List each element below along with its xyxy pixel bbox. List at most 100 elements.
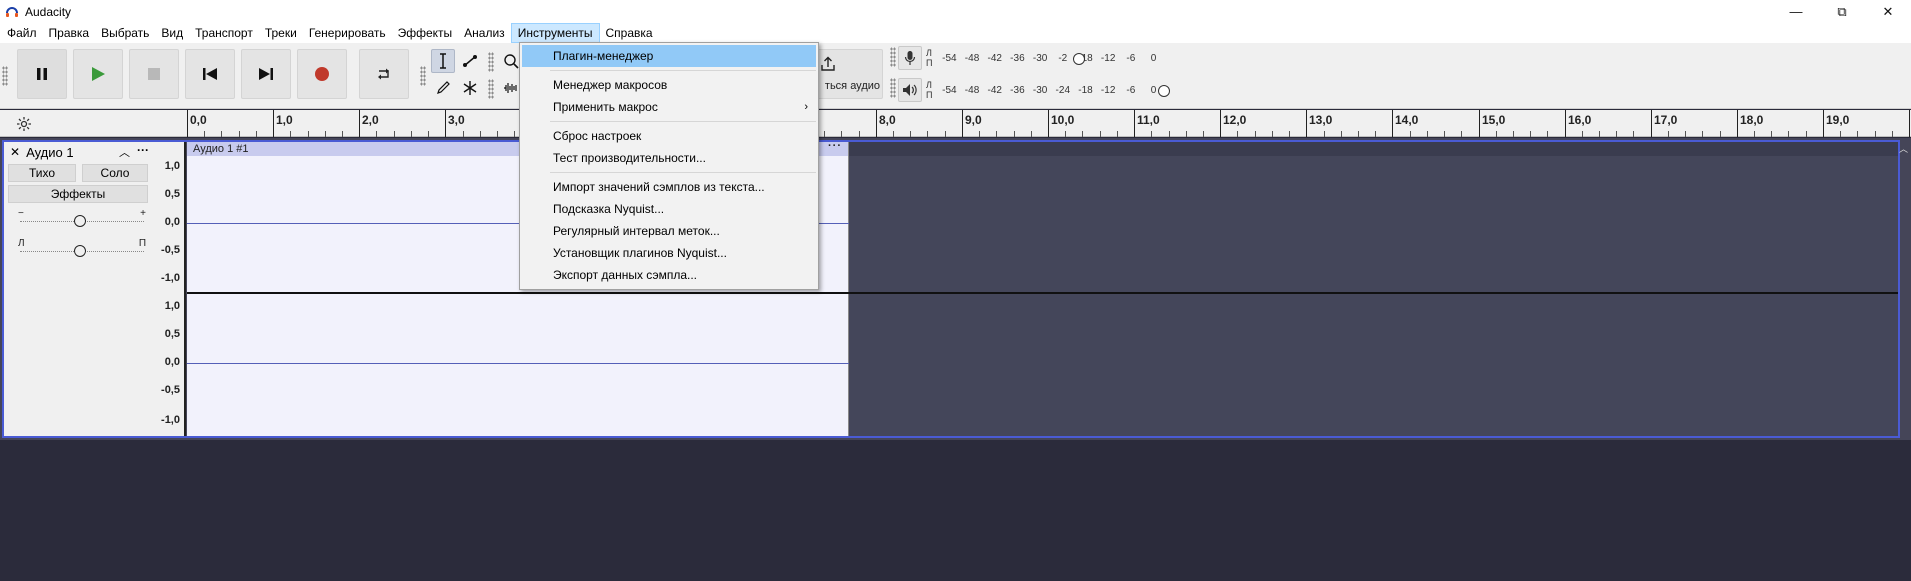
ruler-minor-tick: [1599, 131, 1600, 137]
ruler-minor-tick: [1375, 131, 1376, 137]
menu-effects[interactable]: Эффекты: [392, 23, 459, 43]
ruler-minor-tick: [1582, 131, 1583, 137]
menu-item-macro-manager[interactable]: Менеджер макросов: [520, 74, 818, 96]
play-button[interactable]: [73, 49, 123, 99]
multi-tool-button[interactable]: [458, 76, 482, 100]
gain-slider-knob[interactable]: [74, 215, 86, 227]
ruler-minor-tick: [480, 131, 481, 137]
ruler-minor-tick: [1289, 131, 1290, 137]
menu-item-regular-interval-labels[interactable]: Регулярный интервал меток...: [520, 220, 818, 242]
skip-to-start-button[interactable]: [185, 49, 235, 99]
ruler-major-tick: [1048, 110, 1049, 137]
scroll-up-icon[interactable]: ︿: [1899, 142, 1909, 154]
track-empty-header: [849, 142, 1898, 156]
loop-button[interactable]: [359, 49, 409, 99]
track-name[interactable]: Аудио 1: [26, 145, 74, 160]
ruler-minor-tick: [1496, 131, 1497, 137]
tools-grip-icon[interactable]: [420, 66, 426, 86]
ruler-minor-tick: [1014, 131, 1015, 137]
ruler-label: 1,0: [276, 113, 293, 127]
collapse-track-icon[interactable]: ︿: [119, 144, 130, 160]
mute-button[interactable]: Тихо: [8, 164, 76, 182]
pause-button[interactable]: [17, 49, 67, 99]
ruler-major-tick: [445, 110, 446, 137]
share-audio-button[interactable]: ться аудио: [815, 49, 883, 99]
timeline-settings-button[interactable]: [14, 114, 34, 134]
menu-bar: Файл Правка Выбрать Вид Транспорт Треки …: [0, 23, 1911, 43]
gain-plus-label: +: [140, 208, 146, 219]
menu-item-reset-config[interactable]: Сброс настроек: [520, 125, 818, 147]
audio-setup-grip-icon[interactable]: [488, 79, 494, 99]
empty-tracks-area[interactable]: [0, 440, 1911, 581]
speaker-button[interactable]: [898, 78, 922, 102]
edit-grip-icon[interactable]: [488, 52, 494, 72]
record-meter[interactable]: ЛП -54 -48 -42 -36 -30 -2 -18 -12 -6 0: [898, 46, 1165, 70]
menu-tracks[interactable]: Треки: [259, 23, 303, 43]
ruler-minor-tick: [1892, 131, 1893, 137]
menu-file[interactable]: Файл: [1, 23, 43, 43]
menu-analyze[interactable]: Анализ: [458, 23, 511, 43]
gain-slider[interactable]: − +: [16, 208, 148, 228]
track-control-panel: ✕ Аудио 1 ︿ ··· Тихо Соло Эффекты − + Л …: [4, 142, 152, 436]
ruler-label: 19,0: [1826, 113, 1850, 127]
ruler-label: 15,0: [1482, 113, 1506, 127]
close-button[interactable]: ✕: [1865, 0, 1911, 23]
menu-separator: [550, 121, 816, 122]
record-level-knob[interactable]: [1073, 53, 1085, 65]
playback-meter[interactable]: ЛП -54 -48 -42 -36 -30 -24 -18 -12 -6 0: [898, 78, 1165, 102]
toolbar-grip-icon[interactable]: [2, 66, 8, 86]
ruler-minor-tick: [1065, 131, 1066, 137]
track-menu-dots-icon[interactable]: ···: [137, 143, 149, 157]
menu-item-sample-data-export[interactable]: Экспорт данных сэмпла...: [520, 264, 818, 286]
menu-item-nyquist-plugin-installer[interactable]: Установщик плагинов Nyquist...: [520, 242, 818, 264]
close-track-icon[interactable]: ✕: [10, 145, 20, 159]
record-meter-grip-icon[interactable]: [890, 47, 896, 67]
ruler-minor-tick: [1788, 131, 1789, 137]
ruler-minor-tick: [841, 131, 842, 137]
menu-tools[interactable]: Инструменты: [510, 23, 600, 43]
menu-item-apply-macro[interactable]: Применить макрос ›: [520, 96, 818, 118]
clip-name: Аудио 1 #1: [193, 143, 249, 155]
menu-item-benchmark[interactable]: Тест производительности...: [520, 147, 818, 169]
ruler-label: 17,0: [1654, 113, 1678, 127]
skip-to-end-button[interactable]: [241, 49, 291, 99]
playback-meter-scale: -54 -48 -42 -36 -30 -24 -18 -12 -6 0: [942, 84, 1157, 96]
maximize-button[interactable]: ⧉: [1819, 0, 1865, 23]
timeline-ruler[interactable]: 0,0 1,0 2,0 3,0 8,0 9,0 10,0 11,0 12,0 13,0 14,0 15…: [0, 110, 1911, 137]
ruler-scale[interactable]: 0,0 1,0 2,0 3,0 8,0 9,0 10,0 11,0 12,0 13,0 14,0 15…: [187, 110, 1911, 137]
menu-help[interactable]: Справка: [600, 23, 659, 43]
ruler-minor-tick: [256, 131, 257, 137]
ruler-minor-tick: [1117, 131, 1118, 137]
stop-button[interactable]: [129, 49, 179, 99]
envelope-tool-button[interactable]: [458, 49, 482, 73]
scale-label: 0,5: [164, 328, 180, 340]
solo-button[interactable]: Соло: [82, 164, 148, 182]
amplitude-scale[interactable]: 1,0 0,5 0,0 -0,5 -1,0 1,0 0,5 0,0 -0,5 -…: [152, 142, 186, 436]
minimize-button[interactable]: —: [1773, 0, 1819, 23]
record-meter-scale: -54 -48 -42 -36 -30 -2 -18 -12 -6 0: [942, 52, 1157, 64]
menu-select[interactable]: Выбрать: [95, 23, 155, 43]
record-button[interactable]: [297, 49, 347, 99]
menu-view[interactable]: Вид: [155, 23, 189, 43]
pan-slider-knob[interactable]: [74, 245, 86, 257]
pan-slider[interactable]: Л П: [16, 238, 148, 258]
playback-level-knob[interactable]: [1158, 85, 1170, 97]
playback-meter-grip-icon[interactable]: [890, 78, 896, 98]
menu-transport[interactable]: Транспорт: [189, 23, 259, 43]
ruler-minor-tick: [497, 131, 498, 137]
ruler-major-tick: [1565, 110, 1566, 137]
ruler-label: 10,0: [1051, 113, 1075, 127]
menu-generate[interactable]: Генерировать: [303, 23, 392, 43]
record-icon: [315, 67, 329, 81]
menu-item-nyquist-prompt[interactable]: Подсказка Nyquist...: [520, 198, 818, 220]
draw-tool-button[interactable]: [431, 76, 455, 100]
track-empty-area[interactable]: [849, 142, 1898, 436]
selection-tool-button[interactable]: [431, 49, 455, 73]
clip-menu-dots-icon[interactable]: ···: [828, 139, 842, 153]
ruler-minor-tick: [1031, 131, 1032, 137]
menu-item-sample-data-import[interactable]: Импорт значений сэмплов из текста...: [520, 176, 818, 198]
menu-edit[interactable]: Правка: [43, 23, 96, 43]
microphone-button[interactable]: [898, 46, 922, 70]
effects-button[interactable]: Эффекты: [8, 185, 148, 203]
menu-item-plugin-manager[interactable]: Плагин-менеджер: [522, 45, 816, 67]
